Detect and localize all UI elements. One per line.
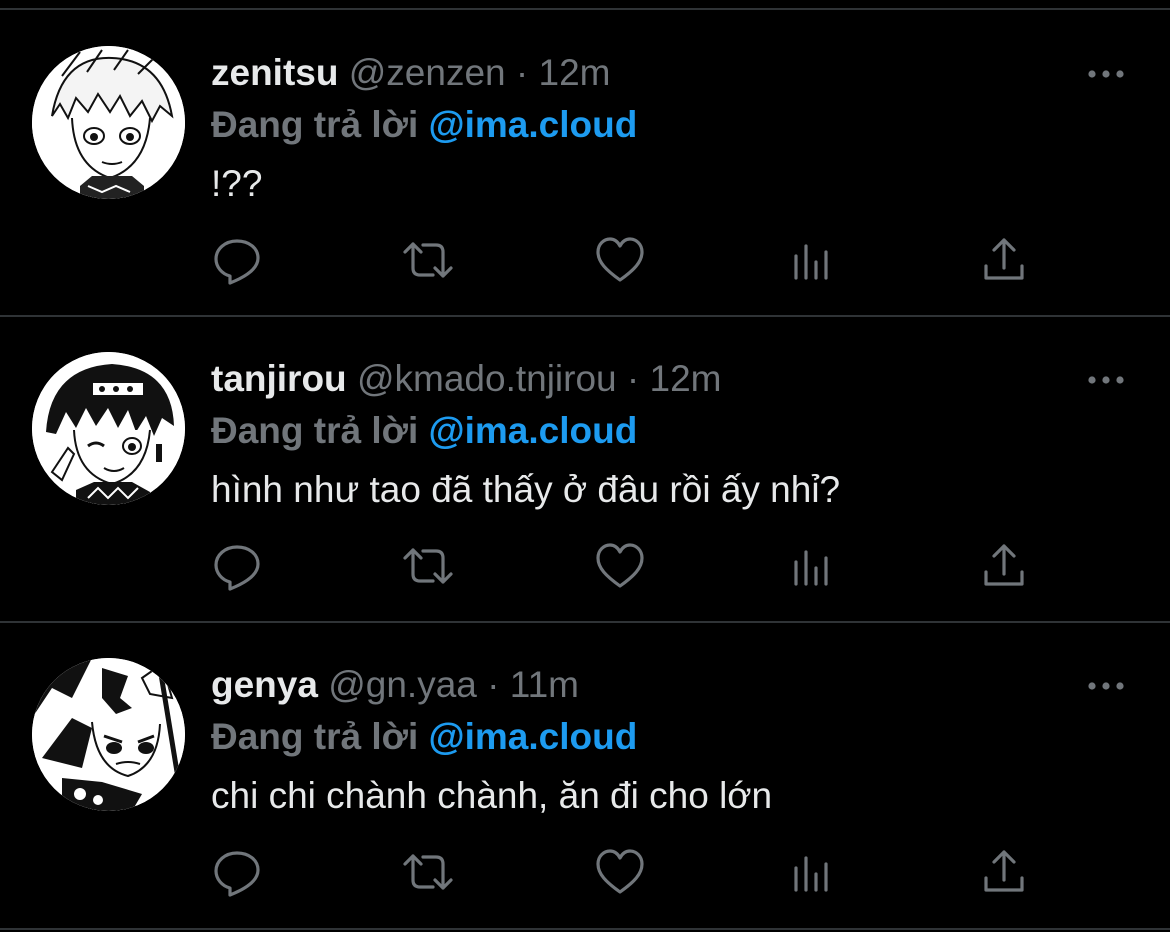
avatar[interactable] <box>32 46 185 199</box>
more-options-icon[interactable] <box>1084 62 1128 86</box>
avatar-image <box>32 46 185 199</box>
retweet-icon[interactable] <box>400 538 456 594</box>
display-name[interactable]: zenitsu <box>211 52 338 93</box>
mention-link[interactable]: @ima.cloud <box>429 716 638 757</box>
reply-icon[interactable] <box>209 538 265 594</box>
replying-to-label: Đang trả lời <box>211 104 419 145</box>
analytics-icon[interactable] <box>784 232 840 288</box>
tweet[interactable]: genya @gn.yaa · 11m Đang trả lời @ima.cl… <box>0 622 1170 926</box>
reply-icon[interactable] <box>209 232 265 288</box>
tweet-actions <box>0 232 1170 288</box>
more-options-icon[interactable] <box>1084 674 1128 698</box>
replying-to: Đang trả lời @ima.cloud <box>211 714 637 760</box>
replying-to: Đang trả lời @ima.cloud <box>211 408 637 454</box>
user-handle[interactable]: @gn.yaa <box>328 664 477 705</box>
like-icon[interactable] <box>592 844 648 900</box>
tweet-actions <box>0 538 1170 594</box>
separator-dot: · <box>515 52 529 93</box>
avatar-image <box>32 658 185 811</box>
share-icon[interactable] <box>976 232 1032 288</box>
tweet[interactable]: zenitsu @zenzen · 12m Đang trả lời @ima.… <box>0 10 1170 314</box>
retweet-icon[interactable] <box>400 232 456 288</box>
separator-dot: · <box>487 664 500 705</box>
display-name[interactable]: tanjirou <box>211 358 347 399</box>
tweet-text: chi chi chành chành, ăn đi cho lớn <box>211 775 773 816</box>
tweet-header: genya @gn.yaa · 11m <box>211 662 579 708</box>
tweet-header: zenitsu @zenzen · 12m <box>211 50 611 96</box>
user-handle[interactable]: @kmado.tnjirou <box>357 358 617 399</box>
replying-to-label: Đang trả lời <box>211 716 419 757</box>
replying-to: Đang trả lời @ima.cloud <box>211 102 637 148</box>
replying-to-label: Đang trả lời <box>211 410 419 451</box>
mention-link[interactable]: @ima.cloud <box>429 104 638 145</box>
retweet-icon[interactable] <box>400 844 456 900</box>
like-icon[interactable] <box>592 232 648 288</box>
analytics-icon[interactable] <box>784 538 840 594</box>
tweet-text: hình như tao đã thấy ở đâu rồi ấy nhỉ? <box>211 469 841 510</box>
separator <box>0 928 1170 930</box>
tweet[interactable]: tanjirou @kmado.tnjirou · 12m Đang trả l… <box>0 316 1170 620</box>
share-icon[interactable] <box>976 844 1032 900</box>
avatar-image <box>32 352 185 505</box>
analytics-icon[interactable] <box>784 844 840 900</box>
share-icon[interactable] <box>976 538 1032 594</box>
timestamp[interactable]: 11m <box>510 664 579 705</box>
user-handle[interactable]: @zenzen <box>349 52 506 93</box>
more-options-icon[interactable] <box>1084 368 1128 392</box>
timestamp[interactable]: 12m <box>650 358 722 399</box>
tweet-header: tanjirou @kmado.tnjirou · 12m <box>211 356 722 402</box>
like-icon[interactable] <box>592 538 648 594</box>
separator-dot: · <box>626 358 640 399</box>
tweet-actions <box>0 844 1170 900</box>
avatar[interactable] <box>32 658 185 811</box>
timestamp[interactable]: 12m <box>539 52 611 93</box>
reply-icon[interactable] <box>209 844 265 900</box>
display-name[interactable]: genya <box>211 664 318 705</box>
tweet-text: !?? <box>211 163 263 204</box>
mention-link[interactable]: @ima.cloud <box>429 410 638 451</box>
avatar[interactable] <box>32 352 185 505</box>
tweet-feed: zenitsu @zenzen · 12m Đang trả lời @ima.… <box>0 0 1170 932</box>
